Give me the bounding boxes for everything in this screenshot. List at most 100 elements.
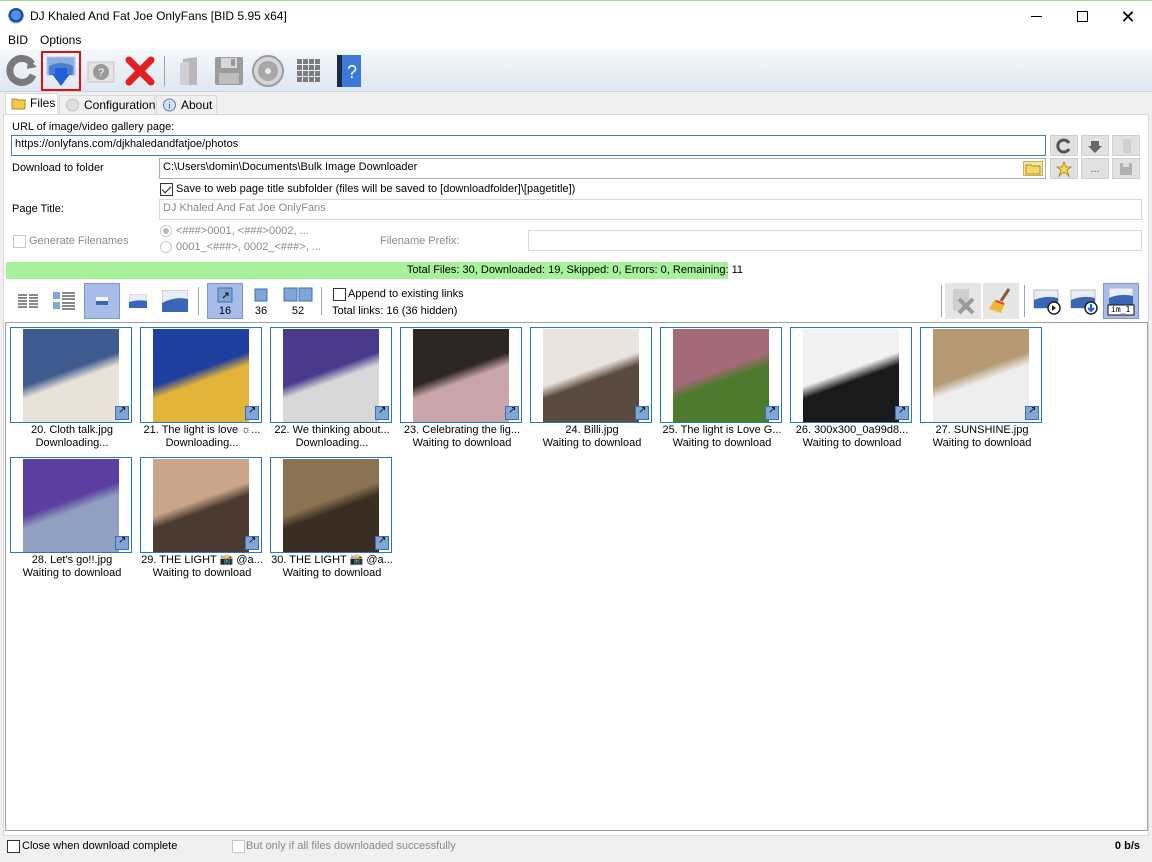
play-download-icon [1033, 289, 1061, 315]
thumbnail-status: Waiting to download [802, 437, 902, 449]
thumbnail-status: Waiting to download [412, 437, 512, 449]
url-input[interactable]: https://onlyfans.com/djkhaledandfatjoe/p… [11, 135, 1046, 156]
thumbnail-image-frame[interactable] [790, 327, 912, 423]
thumbnail-image [803, 329, 899, 422]
view-large-thumbs-button[interactable] [157, 283, 193, 319]
tab-configuration[interactable]: Configuration [59, 95, 155, 115]
filename-format-label-1: <###>0001, <###>0002, ... [176, 225, 309, 237]
thumbnail-image-frame[interactable] [400, 327, 522, 423]
page-title-label: Page Title: [12, 203, 64, 215]
embedded-images-icon [254, 288, 268, 302]
close-button[interactable]: ✕ [1105, 1, 1151, 32]
thumbnail-caption: 23. Celebrating the lig... Waiting to dow… [394, 424, 530, 450]
menu-options[interactable]: Options [40, 33, 81, 47]
settings-button[interactable] [250, 53, 286, 89]
open-folder-button[interactable] [172, 53, 208, 89]
show-filenames-button[interactable]: im_1 [1103, 283, 1139, 319]
thumbnail-filename: 28. Let’s go!!.jpg [31, 554, 113, 566]
thumbnail-caption: 29. THE LIGHT 📸 @a... Waiting to download [134, 554, 270, 580]
open-browser-button[interactable] [1112, 135, 1140, 156]
filename-format-radio-2[interactable] [160, 241, 172, 253]
view-details-button[interactable] [10, 283, 46, 319]
tab-about[interactable]: i About [156, 95, 217, 115]
folder-input[interactable]: C:\Users\domin\Documents\Bulk Image Down… [159, 158, 1046, 179]
thumbnail-caption: 25. The light is Love G... Waiting to dow… [654, 424, 790, 450]
embedded-count: 36 [254, 305, 268, 317]
subfolder-checkbox[interactable] [160, 183, 173, 196]
more-button[interactable]: ... [1081, 158, 1109, 179]
append-links-checkbox[interactable] [333, 288, 346, 301]
thumbnail-image [153, 329, 249, 422]
only-if-success-label: But only if all files downloaded success… [246, 840, 456, 852]
info-icon: i [163, 98, 176, 112]
tab-label: Configuration [84, 98, 156, 112]
save-folder-button[interactable] [1112, 158, 1140, 179]
add-download-button[interactable] [1081, 135, 1109, 156]
thumbnail-filename: 21. The light is love ☼... [143, 424, 261, 436]
thumbnail-grid[interactable]: 20. Cloth talk.jpgDownloading...21. The … [5, 322, 1148, 831]
controls-separator [941, 285, 942, 317]
thumbnail-image-frame[interactable] [10, 327, 132, 423]
only-if-success-checkbox[interactable] [232, 840, 245, 853]
thumbnail-image-frame[interactable] [10, 457, 132, 553]
grid-button[interactable] [291, 53, 327, 89]
view-list-thumbs-button[interactable] [46, 283, 82, 319]
broom-icon [989, 288, 1011, 313]
floppy-icon [215, 57, 243, 85]
minimize-icon [1030, 16, 1042, 17]
svg-text:?: ? [347, 62, 357, 82]
thumbnail-image-frame[interactable] [920, 327, 1042, 423]
favorite-folders-button[interactable] [1050, 158, 1078, 179]
thumbnail-image-frame[interactable] [140, 327, 262, 423]
tab-label: Files [30, 96, 56, 110]
browse-folder-button[interactable] [1023, 161, 1043, 176]
menu-bid[interactable]: BID [8, 33, 28, 47]
thumbnail-caption: 24. Billi.jpg Waiting to download [524, 424, 660, 450]
folder-icon [1025, 164, 1041, 175]
linked-image-icon [895, 405, 909, 420]
generate-filenames-checkbox[interactable] [13, 235, 26, 248]
thumbnail-filename: 30. THE LIGHT 📸 @a... [271, 554, 393, 566]
thumbnail-filename: 29. THE LIGHT 📸 @a... [141, 554, 263, 566]
thumbnail-image [933, 329, 1029, 422]
download-icon [46, 56, 76, 86]
thumbnail-image-frame[interactable] [140, 457, 262, 553]
thumbnail-image-frame[interactable] [660, 327, 782, 423]
thumbnail-image-frame[interactable] [530, 327, 652, 423]
linked-image-icon [245, 405, 259, 420]
filename-format-radio-1[interactable] [160, 225, 172, 237]
download-all-button[interactable] [1066, 283, 1102, 319]
thumbnail-caption: 27. SUNSHINE.jpg Waiting to download [914, 424, 1050, 450]
download-button[interactable] [41, 51, 81, 91]
minimize-button[interactable] [1013, 1, 1059, 32]
tab-files[interactable]: Files [5, 93, 58, 115]
thumbnail-image [23, 459, 119, 552]
app-icon [8, 8, 24, 24]
refresh-icon [1056, 138, 1071, 153]
remove-selected-button[interactable] [945, 283, 981, 319]
stop-button[interactable] [122, 53, 158, 89]
thumbnail-status: Downloading... [165, 437, 239, 449]
thumbnail-image [153, 459, 249, 552]
page-title-input[interactable]: DJ Khaled And Fat Joe OnlyFans [159, 199, 1142, 220]
view-medium-thumbs-button[interactable] [120, 283, 156, 319]
start-download-button[interactable] [1029, 283, 1065, 319]
thumbnail-status: Waiting to download [22, 567, 122, 579]
help-query-button[interactable]: ? [83, 53, 119, 89]
maximize-icon [1076, 11, 1088, 22]
save-button[interactable] [211, 53, 247, 89]
tab-label: About [181, 98, 213, 112]
fetch-button[interactable] [1050, 135, 1078, 156]
main-toolbar: ? ? [0, 50, 1152, 92]
thumbnail-filename: 23. Celebrating the lig... [403, 424, 521, 436]
linked-count: 16 [218, 305, 232, 317]
filename-prefix-input[interactable] [528, 230, 1142, 251]
clear-list-button[interactable] [983, 283, 1019, 319]
help-book-button[interactable]: ? [331, 53, 367, 89]
maximize-button[interactable] [1059, 1, 1105, 32]
refresh-button[interactable] [4, 53, 40, 89]
thumbnail-image-frame[interactable] [270, 457, 392, 553]
view-small-thumbs-button[interactable] [84, 283, 120, 319]
close-when-complete-checkbox[interactable] [7, 840, 20, 853]
thumbnail-image-frame[interactable] [270, 327, 392, 423]
